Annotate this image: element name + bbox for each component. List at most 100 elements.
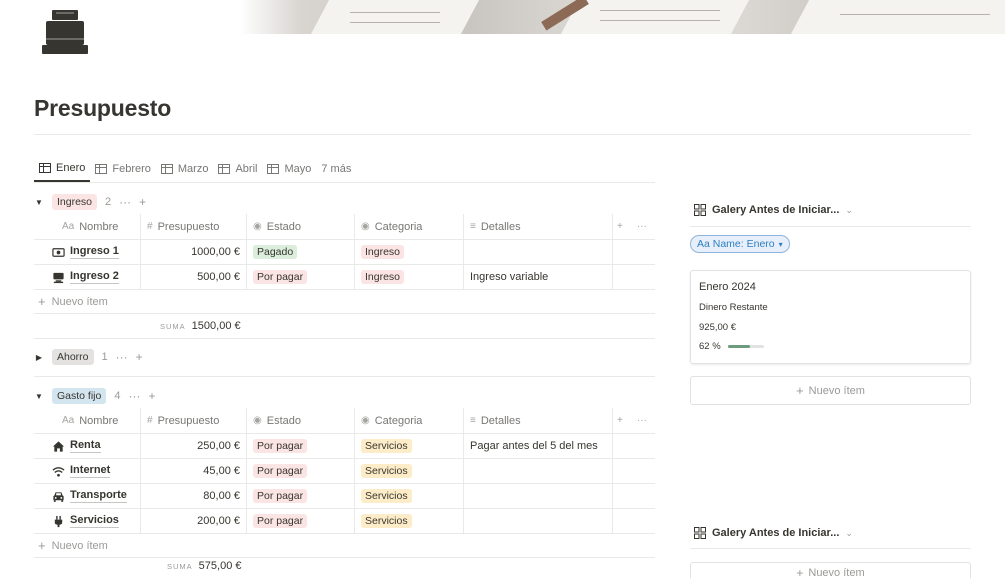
column-detalles[interactable]: ≡ Detalles xyxy=(464,214,613,239)
cell-estado[interactable]: Por pagar xyxy=(247,509,355,533)
tab-mayo[interactable]: Mayo xyxy=(262,156,316,182)
caret-down-icon[interactable]: ▼ xyxy=(34,198,44,207)
table-icon xyxy=(218,164,231,174)
column-label: Categoria xyxy=(374,220,423,233)
cell-detalles[interactable] xyxy=(464,459,613,483)
gallery-new-item-button[interactable]: + Nuevo ítem xyxy=(690,376,971,405)
gallery-title: Galery Antes de Iniciar... xyxy=(712,204,840,216)
tab-febrero[interactable]: Febrero xyxy=(90,156,156,182)
tab-abril[interactable]: Abril xyxy=(213,156,262,182)
cell-categoria[interactable]: Servicios xyxy=(355,484,464,508)
tab-marzo[interactable]: Marzo xyxy=(156,156,214,182)
tab-more[interactable]: 7 más xyxy=(316,156,356,182)
divider xyxy=(34,182,655,183)
card-progress: 62 % xyxy=(699,341,764,352)
table-row[interactable]: Transporte 80,00 € Por pagar Servicios xyxy=(34,484,655,509)
cell-estado[interactable]: Por pagar xyxy=(247,484,355,508)
row-title: Internet xyxy=(70,464,111,478)
cell-presupuesto[interactable]: 1000,00 € xyxy=(141,240,247,264)
cell-nombre[interactable]: Ingreso 1 xyxy=(34,240,141,264)
status-property-icon: ◉ xyxy=(253,415,262,426)
cell-categoria[interactable]: Servicios xyxy=(355,459,464,483)
cell-nombre[interactable]: Transporte xyxy=(34,484,141,508)
cell-categoria[interactable]: Ingreso xyxy=(355,240,464,264)
group-count: 4 xyxy=(114,390,121,402)
sum-footer[interactable]: SUMA 575,00 € xyxy=(167,560,242,572)
add-property-icon[interactable]: + xyxy=(617,221,623,232)
cell-nombre[interactable]: Ingreso 2 xyxy=(34,265,141,289)
add-icon[interactable]: + xyxy=(148,389,155,403)
gallery-card[interactable]: Enero 2024 Dinero Restante 925,00 € 62 % xyxy=(690,270,971,364)
column-nombre[interactable]: Aa Nombre xyxy=(34,214,141,239)
column-estado[interactable]: ◉ Estado xyxy=(247,408,355,433)
cell-presupuesto[interactable]: 200,00 € xyxy=(141,509,247,533)
column-estado[interactable]: ◉ Estado xyxy=(247,214,355,239)
column-categoria[interactable]: ◉ Categoria xyxy=(355,214,464,239)
cell-presupuesto[interactable]: 80,00 € xyxy=(141,484,247,508)
column-nombre[interactable]: Aa Nombre xyxy=(34,408,141,433)
cell-categoria[interactable]: Servicios xyxy=(355,434,464,458)
filter-chip[interactable]: Aa Name: Enero ▾ xyxy=(690,235,790,253)
filter-label: Aa Name: Enero xyxy=(697,238,775,250)
tab-enero[interactable]: Enero xyxy=(34,156,91,182)
plug-icon xyxy=(54,515,63,527)
column-detalles[interactable]: ≡ Detalles xyxy=(464,408,613,433)
group-count: 2 xyxy=(105,196,112,208)
column-presupuesto[interactable]: # Presupuesto xyxy=(141,408,247,433)
cell-detalles[interactable] xyxy=(464,509,613,533)
more-icon[interactable]: ··· xyxy=(116,350,128,364)
gallery-new-item-button[interactable]: + Nuevo ítem xyxy=(690,562,971,578)
cell-categoria[interactable]: Servicios xyxy=(355,509,464,533)
page-title[interactable]: Presupuesto xyxy=(34,95,171,122)
table-row[interactable]: Renta 250,00 € Por pagar Servicios Pagar… xyxy=(34,434,655,459)
cell-presupuesto[interactable]: 250,00 € xyxy=(141,434,247,458)
status-badge: Por pagar xyxy=(253,514,308,528)
add-icon[interactable]: + xyxy=(139,195,146,209)
cell-detalles[interactable]: Pagar antes del 5 del mes xyxy=(464,434,613,458)
more-icon[interactable]: ··· xyxy=(128,389,140,403)
cell-estado[interactable]: Pagado xyxy=(247,240,355,264)
column-presupuesto[interactable]: # Presupuesto xyxy=(141,214,247,239)
cell-nombre[interactable]: Internet xyxy=(34,459,141,483)
cell-presupuesto[interactable]: 500,00 € xyxy=(141,265,247,289)
caret-down-icon[interactable]: ▼ xyxy=(34,392,44,401)
cash-register-icon[interactable] xyxy=(41,8,89,56)
cell-nombre[interactable]: Servicios xyxy=(34,509,141,533)
chevron-down-icon: ⌄ xyxy=(845,204,853,215)
row-title: Servicios xyxy=(70,514,119,528)
cell-estado[interactable]: Por pagar xyxy=(247,459,355,483)
cell-detalles[interactable] xyxy=(464,484,613,508)
cell-detalles[interactable] xyxy=(464,240,613,264)
column-categoria[interactable]: ◉ Categoria xyxy=(355,408,464,433)
cell-categoria[interactable]: Ingreso xyxy=(355,265,464,289)
cell-presupuesto[interactable]: 45,00 € xyxy=(141,459,247,483)
more-icon[interactable]: ··· xyxy=(637,221,647,232)
cell-estado[interactable]: Por pagar xyxy=(247,434,355,458)
more-icon[interactable]: ··· xyxy=(637,415,647,426)
column-label: Detalles xyxy=(480,414,521,427)
table-row[interactable]: Internet 45,00 € Por pagar Servicios xyxy=(34,459,655,484)
add-property-icon[interactable]: + xyxy=(617,415,623,426)
group-label: Ahorro xyxy=(52,349,94,365)
tab-label: 7 más xyxy=(321,163,352,175)
gallery-title: Galery Antes de Iniciar... xyxy=(712,527,840,539)
cell-estado[interactable]: Por pagar xyxy=(247,265,355,289)
cell-detalles[interactable]: Ingreso variable xyxy=(464,265,613,289)
cell-nombre[interactable]: Renta xyxy=(34,434,141,458)
progress-bar xyxy=(727,345,764,348)
new-item-button[interactable]: + Nuevo ítem xyxy=(34,290,655,314)
more-icon[interactable]: ··· xyxy=(119,195,131,209)
new-item-button[interactable]: + Nuevo ítem xyxy=(34,534,655,558)
add-icon[interactable]: + xyxy=(136,350,143,364)
sum-value: 575,00 € xyxy=(198,560,242,572)
gallery-view-header[interactable]: Galery Antes de Iniciar... ⌄ xyxy=(694,204,853,216)
gallery-view-header[interactable]: Galery Antes de Iniciar... ⌄ xyxy=(694,527,853,539)
table-row[interactable]: Ingreso 2 500,00 € Por pagar Ingreso Ing… xyxy=(34,265,655,290)
column-label: Presupuesto xyxy=(157,220,220,233)
table-row[interactable]: Ingreso 1 1000,00 € Pagado Ingreso xyxy=(34,240,655,265)
car-icon xyxy=(53,491,64,502)
chevron-down-icon: ⌄ xyxy=(845,527,853,538)
table-row[interactable]: Servicios 200,00 € Por pagar Servicios xyxy=(34,509,655,534)
caret-right-icon[interactable]: ▶ xyxy=(34,353,44,362)
sum-footer[interactable]: SUMA 1500,00 € xyxy=(160,320,241,332)
